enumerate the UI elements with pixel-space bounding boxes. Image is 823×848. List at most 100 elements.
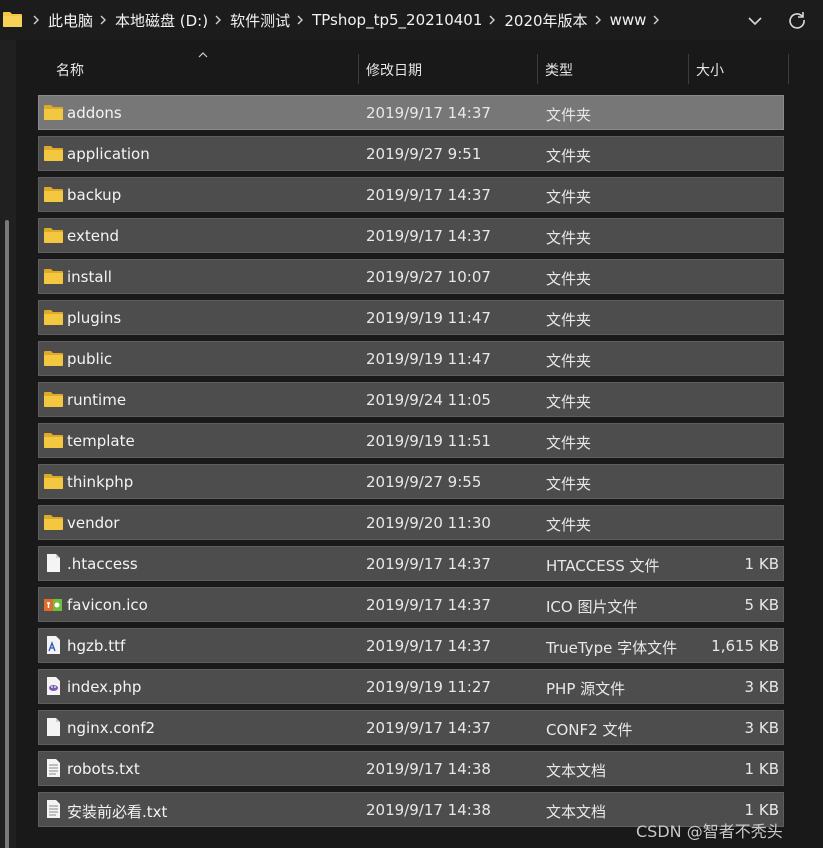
column-type[interactable]: 类型 bbox=[545, 60, 573, 80]
column-name[interactable]: 名称 bbox=[56, 60, 84, 80]
file-type: CONF2 文件 bbox=[546, 721, 633, 739]
file-name: application bbox=[67, 145, 150, 163]
file-type: 文本文档 bbox=[546, 803, 607, 821]
file-modified-date: 2019/9/19 11:47 bbox=[366, 350, 491, 368]
file-name: .htaccess bbox=[67, 555, 138, 573]
file-modified-date: 2019/9/17 14:38 bbox=[366, 801, 491, 819]
address-bar[interactable]: 此电脑 本地磁盘 (D:) 软件测试 TPshop_tp5_20210401 2020年… bbox=[0, 0, 823, 40]
folder-icon bbox=[43, 226, 63, 244]
file-row[interactable]: runtime 2019/9/24 11:05 文件夹 bbox=[38, 382, 784, 417]
navigation-scrollbar[interactable] bbox=[5, 220, 9, 848]
folder-icon bbox=[43, 349, 63, 367]
file-row[interactable]: hgzb.ttf 2019/9/17 14:37 TrueType 字体文件 1,61… bbox=[38, 628, 784, 663]
navigation-pane bbox=[0, 40, 16, 848]
file-name: extend bbox=[67, 227, 119, 245]
file-name: public bbox=[67, 350, 113, 368]
file-type: 文件夹 bbox=[546, 434, 592, 452]
file-name: thinkphp bbox=[67, 473, 134, 491]
file-modified-date: 2019/9/17 14:37 bbox=[366, 104, 491, 122]
sort-ascending-icon bbox=[198, 52, 208, 58]
file-row[interactable]: vendor 2019/9/20 11:30 文件夹 bbox=[38, 505, 784, 540]
ico-image-icon bbox=[43, 595, 63, 613]
breadcrumb-item[interactable]: 2020年版本 bbox=[504, 10, 587, 31]
chevron-right-icon[interactable] bbox=[296, 15, 304, 25]
refresh-button[interactable] bbox=[786, 9, 808, 31]
address-history-dropdown[interactable] bbox=[744, 12, 766, 30]
file-row[interactable]: robots.txt 2019/9/17 14:38 文本文档 1 KB bbox=[38, 751, 784, 786]
chevron-right-icon[interactable] bbox=[594, 15, 602, 25]
column-divider[interactable] bbox=[358, 54, 359, 84]
file-row[interactable]: backup 2019/9/17 14:37 文件夹 bbox=[38, 177, 784, 212]
file-type: 文件夹 bbox=[546, 516, 592, 534]
column-divider[interactable] bbox=[688, 54, 689, 84]
file-row[interactable]: plugins 2019/9/19 11:47 文件夹 bbox=[38, 300, 784, 335]
file-row[interactable]: nginx.conf2 2019/9/17 14:37 CONF2 文件 3 KB bbox=[38, 710, 784, 745]
column-size[interactable]: 大小 bbox=[696, 60, 724, 80]
text-file-icon bbox=[43, 800, 63, 818]
file-row[interactable]: public 2019/9/19 11:47 文件夹 bbox=[38, 341, 784, 376]
file-size: 1,615 KB bbox=[711, 637, 779, 655]
breadcrumb-item[interactable]: 软件测试 bbox=[230, 10, 290, 31]
file-modified-date: 2019/9/27 9:55 bbox=[366, 473, 482, 491]
chevron-right-icon[interactable] bbox=[214, 15, 222, 25]
file-modified-date: 2019/9/19 11:51 bbox=[366, 432, 491, 450]
file-name: favicon.ico bbox=[67, 596, 148, 614]
folder-icon bbox=[43, 308, 63, 326]
file-type: TrueType 字体文件 bbox=[546, 639, 678, 657]
chevron-right-icon[interactable] bbox=[32, 15, 40, 25]
file-name: template bbox=[67, 432, 135, 450]
php-file-icon bbox=[43, 677, 63, 695]
chevron-right-icon[interactable] bbox=[488, 15, 496, 25]
file-type: PHP 源文件 bbox=[546, 680, 626, 698]
file-row[interactable]: .htaccess 2019/9/17 14:37 HTACCESS 文件 1 KB bbox=[38, 546, 784, 581]
breadcrumb-item[interactable]: 此电脑 bbox=[48, 10, 93, 31]
column-divider[interactable] bbox=[537, 54, 538, 84]
file-type: 文件夹 bbox=[546, 352, 592, 370]
file-row[interactable]: addons 2019/9/17 14:37 文件夹 bbox=[38, 95, 784, 130]
breadcrumb-item[interactable]: 本地磁盘 (D:) bbox=[115, 10, 208, 31]
breadcrumb-item[interactable]: www bbox=[610, 11, 647, 29]
file-name: addons bbox=[67, 104, 122, 122]
folder-icon bbox=[43, 390, 63, 408]
folder-icon bbox=[43, 185, 63, 203]
file-type: 文件夹 bbox=[546, 475, 592, 493]
file-modified-date: 2019/9/24 11:05 bbox=[366, 391, 491, 409]
file-size: 5 KB bbox=[744, 596, 779, 614]
file-type: 文件夹 bbox=[546, 147, 592, 165]
file-modified-date: 2019/9/17 14:37 bbox=[366, 637, 491, 655]
file-type: 文本文档 bbox=[546, 762, 607, 780]
file-row[interactable]: application 2019/9/27 9:51 文件夹 bbox=[38, 136, 784, 171]
chevron-right-icon[interactable] bbox=[99, 15, 107, 25]
file-row[interactable]: extend 2019/9/17 14:37 文件夹 bbox=[38, 218, 784, 253]
file-type: 文件夹 bbox=[546, 270, 592, 288]
column-divider[interactable] bbox=[788, 54, 789, 84]
breadcrumb-item[interactable]: TPshop_tp5_20210401 bbox=[312, 11, 482, 29]
text-file-icon bbox=[43, 759, 63, 777]
file-name: nginx.conf2 bbox=[67, 719, 156, 737]
file-modified-date: 2019/9/17 14:38 bbox=[366, 760, 491, 778]
file-row[interactable]: install 2019/9/27 10:07 文件夹 bbox=[38, 259, 784, 294]
file-name: hgzb.ttf bbox=[67, 637, 126, 655]
file-row[interactable]: favicon.ico 2019/9/17 14:37 ICO 图片文件 5 KB bbox=[38, 587, 784, 622]
file-name: install bbox=[67, 268, 112, 286]
file-modified-date: 2019/9/19 11:47 bbox=[366, 309, 491, 327]
file-type: 文件夹 bbox=[546, 188, 592, 206]
file-name: backup bbox=[67, 186, 122, 204]
file-icon bbox=[43, 554, 63, 572]
file-name: runtime bbox=[67, 391, 127, 409]
chevron-down-icon bbox=[748, 16, 762, 25]
file-modified-date: 2019/9/19 11:27 bbox=[366, 678, 491, 696]
file-name: robots.txt bbox=[67, 760, 140, 778]
column-modified[interactable]: 修改日期 bbox=[366, 60, 422, 80]
file-name: 安装前必看.txt bbox=[67, 803, 168, 821]
file-row[interactable]: template 2019/9/19 11:51 文件夹 bbox=[38, 423, 784, 458]
file-size: 1 KB bbox=[744, 555, 779, 573]
font-file-icon bbox=[43, 636, 63, 654]
file-type: 文件夹 bbox=[546, 229, 592, 247]
chevron-right-icon[interactable] bbox=[652, 15, 660, 25]
file-row[interactable]: index.php 2019/9/19 11:27 PHP 源文件 3 KB bbox=[38, 669, 784, 704]
folder-icon bbox=[43, 103, 63, 121]
folder-icon bbox=[3, 12, 22, 27]
folder-icon bbox=[43, 472, 63, 490]
file-row[interactable]: thinkphp 2019/9/27 9:55 文件夹 bbox=[38, 464, 784, 499]
